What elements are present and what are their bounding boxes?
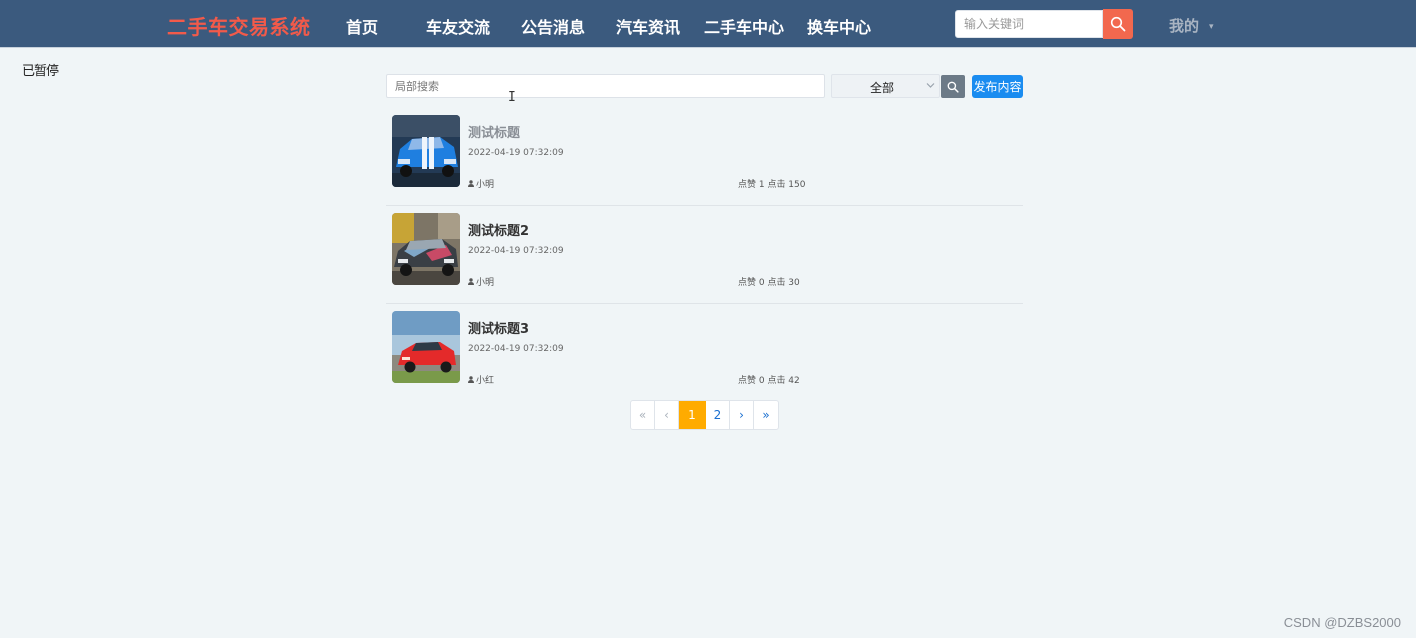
search-icon [947,81,959,93]
brand-title[interactable]: 二手车交易系统 [167,11,311,40]
post-thumbnail[interactable] [392,115,460,187]
next-page-button[interactable]: › [730,401,754,429]
category-filter-select[interactable]: 全部 [831,74,940,98]
local-search-input[interactable] [386,74,825,98]
post-author-name: 小红 [476,376,495,386]
post-title[interactable]: 测试标题3 [468,318,529,337]
page-button-2[interactable]: 2 [706,401,730,429]
user-icon [468,278,474,285]
list-item[interactable]: 测试标题 2022-04-19 07:32:09 小明 点赞 1 点击 150 [386,108,1023,206]
list-item[interactable]: 测试标题3 2022-04-19 07:32:09 小红 点赞 0 点击 42 [386,304,1023,401]
category-filter-value: 全部 [870,81,895,95]
nav-search-button[interactable] [1103,9,1133,39]
post-stats: 点赞 1 点击 150 [738,180,806,190]
caret-down-icon: ▾ [1209,21,1214,32]
pagination: « ‹ 1 2 › » [630,400,779,430]
page-button-1[interactable]: 1 [679,401,706,429]
nav-item-forum[interactable]: 车友交流 [426,14,490,38]
post-date: 2022-04-19 07:32:09 [468,246,564,256]
post-thumbnail[interactable] [392,213,460,285]
nav-item-used-car-center[interactable]: 二手车中心 [704,14,784,38]
search-button[interactable] [941,75,965,98]
text-cursor-icon: I [508,90,516,105]
nav-item-home[interactable]: 首页 [346,14,378,38]
post-title[interactable]: 测试标题 [468,122,520,141]
nav-item-car-news[interactable]: 汽车资讯 [616,14,680,38]
last-page-button[interactable]: » [754,401,778,429]
corner-status-text: 已暂停 [22,64,59,79]
post-author: 小明 [468,177,494,190]
post-date: 2022-04-19 07:32:09 [468,148,564,158]
account-menu[interactable]: 我的 ▾ [1169,15,1214,36]
post-list: 测试标题 2022-04-19 07:32:09 小明 点赞 1 点击 150 [386,108,1023,401]
search-icon [1110,16,1126,32]
post-stats: 点赞 0 点击 42 [738,376,800,386]
prev-page-button[interactable]: ‹ [655,401,679,429]
post-thumbnail[interactable] [392,311,460,383]
post-author-name: 小明 [476,278,495,288]
first-page-button[interactable]: « [631,401,655,429]
post-author-name: 小明 [476,180,495,190]
watermark: CSDN @DZBS2000 [1283,615,1401,630]
chevron-down-icon [926,83,935,88]
post-title[interactable]: 测试标题2 [468,220,529,239]
list-item[interactable]: 测试标题2 2022-04-19 07:32:09 小明 点赞 0 点击 30 [386,206,1023,304]
user-icon [468,180,474,187]
post-date: 2022-04-19 07:32:09 [468,344,564,354]
post-author: 小明 [468,275,494,288]
account-menu-label: 我的 [1169,17,1200,35]
nav-search-input[interactable] [955,10,1103,38]
post-stats: 点赞 0 点击 30 [738,278,800,288]
nav-item-announcements[interactable]: 公告消息 [521,14,585,38]
post-author: 小红 [468,373,494,386]
user-icon [468,376,474,383]
publish-content-button[interactable]: 发布内容 [972,75,1023,98]
top-navbar: 二手车交易系统 首页 车友交流 公告消息 汽车资讯 二手车中心 换车中心 我的 ▾ [0,0,1416,48]
nav-item-car-exchange-center[interactable]: 换车中心 [807,14,871,38]
